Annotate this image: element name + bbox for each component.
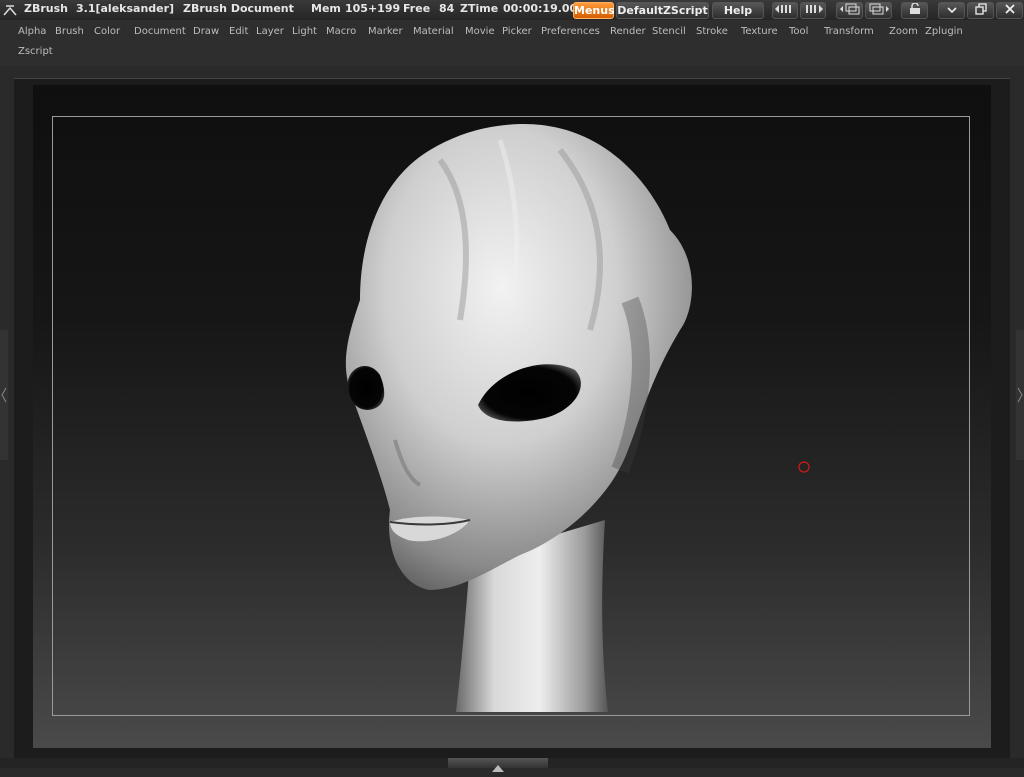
alien-head-model[interactable] — [0, 0, 1024, 768]
bottom-tray-handle[interactable] — [448, 758, 548, 772]
chevron-up-icon — [492, 765, 504, 772]
brush-cursor-icon — [798, 461, 810, 473]
